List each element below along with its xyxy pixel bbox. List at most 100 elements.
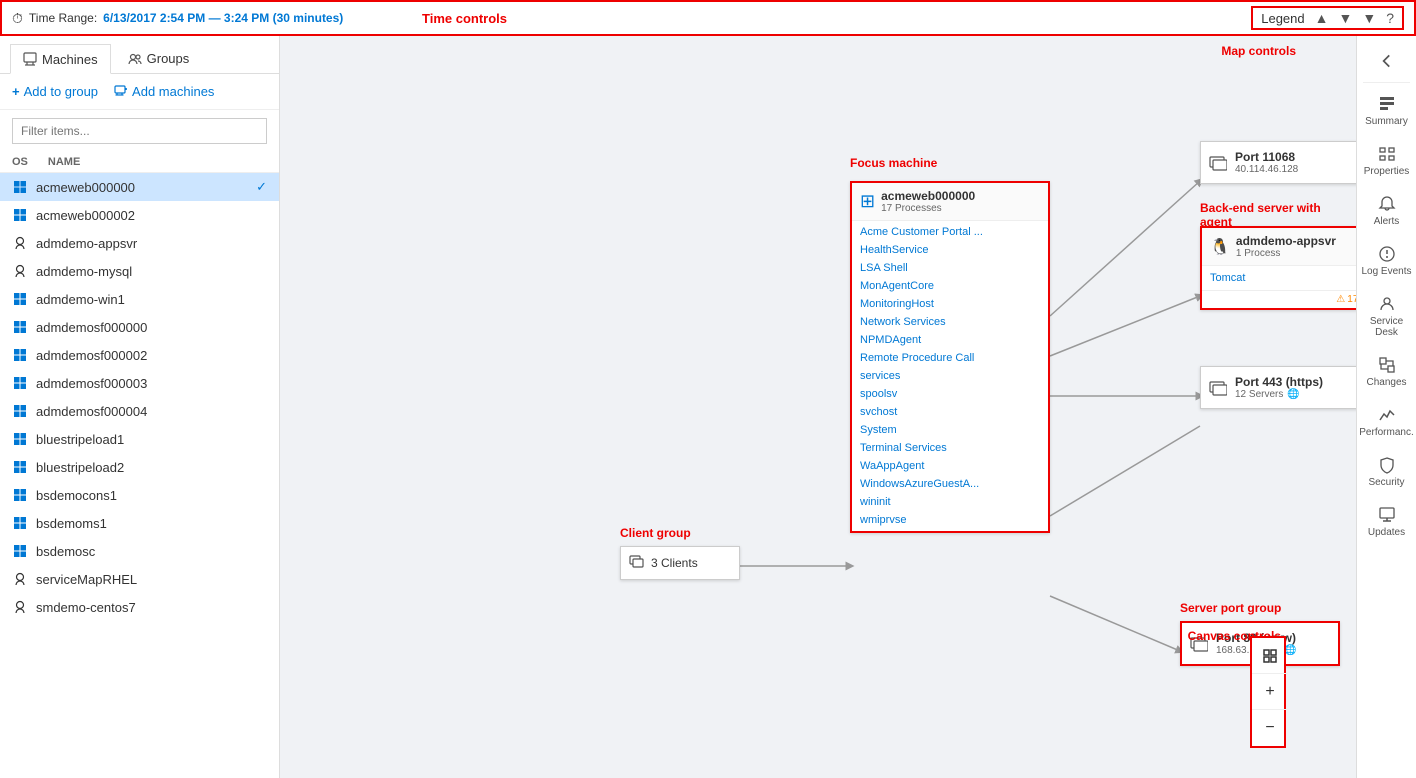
left-sidebar: Machines Groups + Add to group Add machi… (0, 36, 280, 778)
log-events-icon (1378, 245, 1396, 263)
backend-server-node[interactable]: 🐧 admdemo-appsvr 1 Process Tomcat ⚠ 17 (1200, 226, 1356, 310)
add-to-group-action[interactable]: + Add to group (12, 84, 98, 99)
sidebar-item-alerts[interactable]: Alerts (1357, 187, 1416, 235)
legend-filter-icon[interactable]: ▼ (1362, 10, 1376, 26)
time-range-static: Time Range: (29, 11, 97, 25)
zoom-in-button[interactable]: + (1252, 674, 1288, 710)
os-icon-admdemo-win1 (12, 291, 28, 307)
tomcat-label: Tomcat (1210, 272, 1245, 284)
process-item[interactable]: services (852, 367, 1048, 385)
sidebar-item-summary[interactable]: Summary (1357, 87, 1416, 135)
sidebar-back-button[interactable] (1357, 44, 1416, 78)
legend-up-icon[interactable]: ▲ (1315, 10, 1329, 26)
sidebar-item-admdemo-mysql[interactable]: admdemo-mysql (0, 257, 279, 285)
properties-icon (1378, 145, 1396, 163)
process-item[interactable]: spoolsv (852, 385, 1048, 403)
process-name: wmiprvse (860, 514, 906, 526)
col-os: OS (12, 156, 28, 168)
sidebar-item-log-events[interactable]: Log Events (1357, 237, 1416, 285)
process-item[interactable]: HealthService (852, 241, 1048, 259)
process-item[interactable]: LSA Shell (852, 259, 1048, 277)
focus-machine-label: Focus machine (850, 156, 937, 170)
add-machines-action[interactable]: Add machines (114, 84, 214, 99)
process-item[interactable]: wmiprvse (852, 511, 1048, 529)
process-name: svchost (860, 406, 897, 418)
col-name: NAME (48, 156, 80, 168)
sidebar-item-acmeweb000002[interactable]: acmeweb000002 (0, 201, 279, 229)
sidebar-separator-1 (1363, 82, 1410, 83)
add-machines-label: Add machines (132, 84, 214, 99)
filter-input[interactable] (12, 118, 267, 144)
machines-icon (23, 52, 37, 66)
backend-node-title: admdemo-appsvr (1236, 234, 1336, 248)
process-name: Acme Customer Portal ... (860, 226, 983, 238)
tomcat-process[interactable]: Tomcat (1202, 268, 1356, 288)
legend-down-icon[interactable]: ▼ (1338, 10, 1352, 26)
tab-groups-label: Groups (147, 51, 190, 66)
tab-groups[interactable]: Groups (115, 44, 203, 73)
top-bar: ⏱ Time Range: 6/13/2017 2:54 PM — 3:24 P… (0, 0, 1416, 36)
sidebar-item-service-desk[interactable]: Service Desk (1357, 287, 1416, 346)
port-11068-node[interactable]: Port 11068 40.114.46.128 (1200, 141, 1356, 184)
sidebar-item-admdemo-win1[interactable]: admdemo-win1 (0, 285, 279, 313)
add-to-group-label: Add to group (24, 84, 98, 99)
process-item[interactable]: Terminal Services (852, 439, 1048, 457)
process-item[interactable]: wininit (852, 493, 1048, 511)
sidebar-item-admdemosf000000[interactable]: admdemosf000000 (0, 313, 279, 341)
log-events-label: Log Events (1361, 266, 1411, 277)
sidebar-item-performance[interactable]: Performanc. (1357, 398, 1416, 446)
process-item[interactable]: MonAgentCore (852, 277, 1048, 295)
sidebar-item-bsdemosc[interactable]: bsdemosc (0, 537, 279, 565)
process-item[interactable]: MonitoringHost (852, 295, 1048, 313)
fit-canvas-button[interactable] (1252, 638, 1288, 674)
item-name-acmeweb000000: acmeweb000000 (36, 180, 248, 195)
tab-machines[interactable]: Machines (10, 44, 111, 74)
item-name-bsdemoms1: bsdemoms1 (36, 516, 267, 531)
process-item[interactable]: WaAppAgent (852, 457, 1048, 475)
focus-node-subtitle: 17 Processes (881, 203, 975, 214)
sidebar-item-security[interactable]: Security (1357, 448, 1416, 496)
process-item[interactable]: Acme Customer Portal ... (852, 223, 1048, 241)
security-label: Security (1368, 477, 1404, 488)
properties-label: Properties (1364, 166, 1410, 177)
zoom-out-button[interactable]: − (1252, 710, 1288, 746)
process-item[interactable]: System (852, 421, 1048, 439)
process-name: HealthService (860, 244, 928, 256)
client-group-label: Client group (620, 526, 691, 540)
map-connectors (280, 36, 1356, 778)
alerts-icon (1378, 195, 1396, 213)
summary-label: Summary (1365, 116, 1408, 127)
client-group-node[interactable]: 3 Clients (620, 546, 740, 580)
sidebar-item-admdemosf000004[interactable]: admdemosf000004 (0, 397, 279, 425)
os-icon-admdemo-appsvr (12, 235, 28, 251)
sidebar-item-admdemosf000002[interactable]: admdemosf000002 (0, 341, 279, 369)
item-name-admdemo-appsvr: admdemo-appsvr (36, 236, 267, 251)
os-icon-smdemo-centos7 (12, 599, 28, 615)
legend-help-icon[interactable]: ? (1386, 10, 1394, 26)
process-item[interactable]: Network Services (852, 313, 1048, 331)
process-item[interactable]: svchost (852, 403, 1048, 421)
time-range-value[interactable]: 6/13/2017 2:54 PM — 3:24 PM (30 minutes) (103, 11, 343, 25)
sidebar-item-smdemo-centos7[interactable]: smdemo-centos7 (0, 593, 279, 621)
item-name-admdemosf000004: admdemosf000004 (36, 404, 267, 419)
sidebar-item-serviceMapRHEL[interactable]: serviceMapRHEL (0, 565, 279, 593)
canvas-controls: + − (1250, 636, 1286, 748)
sidebar-item-updates[interactable]: Updates (1357, 498, 1416, 546)
backend-linux-icon: 🐧 (1210, 237, 1230, 257)
process-item[interactable]: NPMDAgent (852, 331, 1048, 349)
port-443-node[interactable]: Port 443 (https) 12 Servers 🌐 (1200, 366, 1356, 409)
process-item[interactable]: WindowsAzureGuestA... (852, 475, 1048, 493)
sidebar-item-bsdemocons1[interactable]: bsdemocons1 (0, 481, 279, 509)
sidebar-item-bsdemoms1[interactable]: bsdemoms1 (0, 509, 279, 537)
sidebar-item-admdemosf000003[interactable]: admdemosf000003 (0, 369, 279, 397)
sidebar-item-bluestripeload2[interactable]: bluestripeload2 (0, 453, 279, 481)
process-item[interactable]: Remote Procedure Call (852, 349, 1048, 367)
clock-icon: ⏱ (12, 10, 23, 27)
sidebar-item-changes[interactable]: Changes (1357, 348, 1416, 396)
sidebar-item-properties[interactable]: Properties (1357, 137, 1416, 185)
sidebar-item-acmeweb000000[interactable]: acmeweb000000✓ (0, 173, 279, 201)
sidebar-item-bluestripeload1[interactable]: bluestripeload1 (0, 425, 279, 453)
sidebar-item-admdemo-appsvr[interactable]: admdemo-appsvr (0, 229, 279, 257)
focus-machine-node[interactable]: ⊞ acmeweb000000 17 Processes Acme Custom… (850, 181, 1050, 533)
map-area[interactable]: Map controls Focus machine (280, 36, 1356, 778)
